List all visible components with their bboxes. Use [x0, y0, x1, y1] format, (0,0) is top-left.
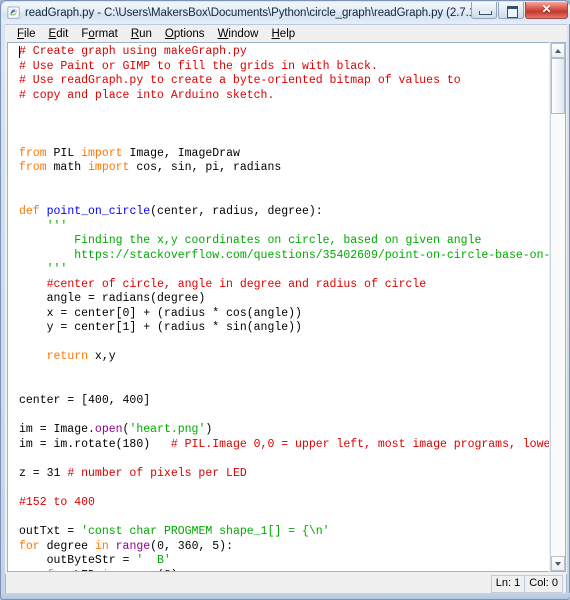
menu-item-file[interactable]: File — [11, 27, 43, 41]
scroll-up-icon — [555, 49, 561, 53]
editor-area: # Create graph using makeGraph.py # Use … — [5, 42, 567, 574]
menu-item-help[interactable]: Help — [265, 27, 302, 41]
scroll-up-button[interactable] — [551, 43, 565, 58]
scrollbar-thumb[interactable] — [551, 58, 565, 114]
scroll-down-icon — [555, 562, 561, 566]
window-controls: ✕ — [470, 2, 568, 22]
close-button[interactable]: ✕ — [525, 2, 568, 19]
code-text-area[interactable]: # Create graph using makeGraph.py # Use … — [7, 42, 549, 572]
source-code[interactable]: # Create graph using makeGraph.py # Use … — [19, 45, 549, 571]
maximize-icon — [507, 6, 518, 18]
menu-item-run[interactable]: Run — [125, 27, 159, 41]
idle-editor-window: readGraph.py - C:\Users\MakersBox\Docume… — [0, 0, 570, 600]
status-line-indicator: Ln: 1 — [490, 574, 525, 593]
text-caret — [19, 46, 20, 58]
window-bottom-edge — [1, 593, 570, 599]
menu-item-format[interactable]: Format — [75, 27, 124, 41]
menu-item-window[interactable]: Window — [212, 27, 266, 41]
status-column-indicator: Col: 0 — [524, 574, 563, 593]
vertical-scrollbar[interactable] — [550, 42, 566, 572]
minimize-icon — [479, 11, 492, 15]
menu-item-options[interactable]: Options — [159, 27, 212, 41]
menu-bar: File Edit Format Run Options Window Help — [5, 24, 567, 42]
maximize-button[interactable] — [498, 2, 524, 19]
python-idle-icon — [7, 6, 21, 20]
minimize-button[interactable] — [471, 2, 497, 19]
menu-item-edit[interactable]: Edit — [43, 27, 76, 41]
scrollbar-track[interactable] — [551, 114, 565, 556]
close-icon: ✕ — [541, 2, 552, 16]
scroll-down-button[interactable] — [551, 556, 565, 571]
title-bar[interactable]: readGraph.py - C:\Users\MakersBox\Docume… — [2, 2, 570, 24]
status-bar: Ln: 1 Col: 0 — [5, 574, 567, 594]
